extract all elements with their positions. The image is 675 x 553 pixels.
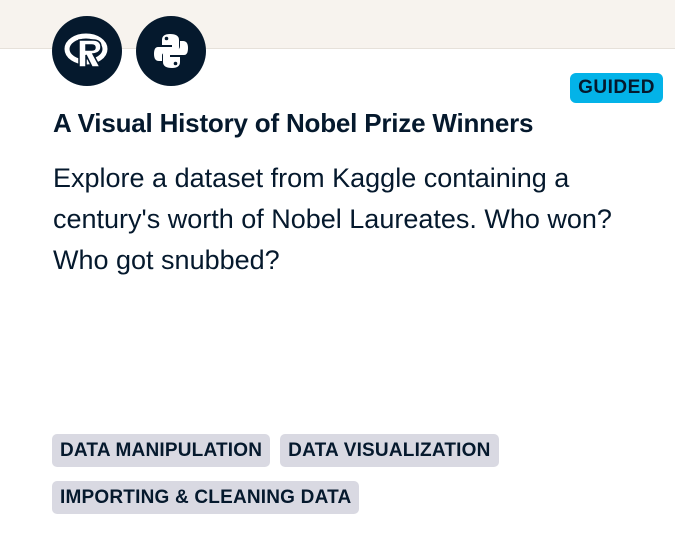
project-description: Explore a dataset from Kaggle containing… [53,163,612,275]
project-title[interactable]: A Visual History of Nobel Prize Winners [53,108,533,139]
tag-data-visualization[interactable]: DATA VISUALIZATION [280,434,499,467]
tag-data-manipulation[interactable]: DATA MANIPULATION [52,434,271,467]
r-logo-icon [52,16,122,86]
topic-tags: DATA MANIPULATION DATA VISUALIZATION IMPO… [52,434,612,528]
tag-importing-cleaning-data[interactable]: IMPORTING & CLEANING DATA [52,481,360,514]
guided-badge: GUIDED [570,73,663,103]
python-logo-icon [136,16,206,86]
